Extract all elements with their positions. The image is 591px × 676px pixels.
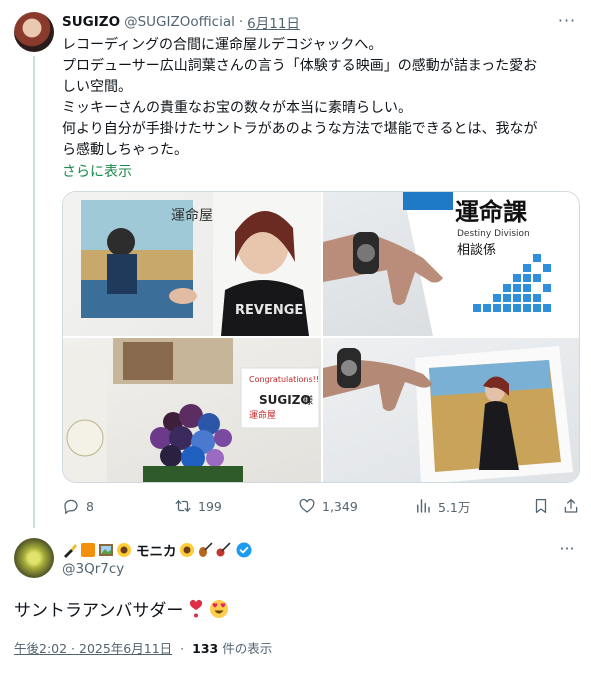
sign-title: 運命課 [455,198,528,226]
tweet-date[interactable]: 6月11日 [247,12,300,32]
reply-icon [64,499,78,515]
shirt-text: REVENGE [235,303,303,318]
congrats-text: Congratulations!! [249,375,319,384]
reply-timestamp[interactable]: 午後2:02 · 2025年6月11日 [14,641,172,656]
more-options-icon[interactable]: ··· [557,12,577,32]
show-more-link[interactable]: さらに表示 [62,161,132,181]
sign-department: 相談係 [457,242,496,258]
heart-exclamation-icon [190,599,203,617]
share-button[interactable] [562,494,586,518]
tweet-text-line: しい空間。 [62,79,132,95]
bookmark-button[interactable] [532,494,556,518]
guitar-icon [216,542,231,557]
share-icon [564,498,578,513]
heart-eyes-emoji-icon [210,599,229,618]
display-name-emojis [62,542,134,558]
poster-title: 運命屋 [171,207,213,224]
sign-subtitle: Destiny Division [457,229,530,239]
reply-button[interactable]: 8 [62,494,94,518]
retweet-icon [175,500,191,512]
photo-4[interactable] [323,338,579,482]
tweet-text: レコーディングの合間に運命屋ルデコジャックへ。 プロデューサー広山詞葉さんの言う… [62,35,576,161]
display-name-emojis-trailing [179,542,233,558]
photo-grid: 運命屋 REVENGE 運命課 Destiny Division 相談係 Con… [62,191,580,483]
reply-text-content: サントラアンバサダー [14,601,184,621]
header-separator: · [238,14,244,30]
photo-2-illustration: 運命課 Destiny Division 相談係 [323,192,579,336]
like-button[interactable]: 1,349 [298,494,358,518]
views-button[interactable]: 5.1万 [414,494,470,518]
photo-1-illustration: 運命屋 REVENGE [81,192,321,336]
view-count: 5.1万 [438,499,471,515]
photo-3[interactable]: Congratulations!! SUGIZO 様 運命屋 [63,338,321,482]
author-handle[interactable]: @SUGIZOofficial [124,14,235,30]
reply-count: 8 [86,498,94,514]
framed-picture-icon [99,544,113,556]
shop-label: 運命屋 [249,409,276,421]
reply-more-options-icon[interactable]: ··· [557,540,577,560]
tweet-action-bar: 8 199 1,349 5.1万 [62,494,578,518]
sunflower-icon [117,543,131,557]
tweet-header: SUGIZO @SUGIZOofficial · 6月11日 [62,12,300,32]
author-name[interactable]: SUGIZO [62,14,120,30]
reply-header: モニカ [62,540,252,560]
paintbrush-icon [64,544,77,558]
tweet-text-line: ミッキーさんの貴重なお宝の数々が本当に素晴らしい。 [62,100,412,116]
reply-author-avatar[interactable] [14,538,54,578]
thread-connector-line [33,56,35,528]
author-avatar[interactable] [14,12,54,52]
tweet-text-line: ら感動しちゃった。 [62,142,188,158]
reply-author-name[interactable]: モニカ [136,540,177,560]
heart-icon [299,498,315,513]
photo-4-illustration [323,346,573,482]
verified-badge-icon [236,542,251,558]
sunflower-icon [179,543,194,557]
tweet-text-line: レコーディングの合間に運命屋ルデコジャックへ。 [62,37,383,53]
congrats-honorific: 様 [303,394,313,407]
photo-1[interactable]: 運命屋 REVENGE [63,192,321,336]
retweet-button[interactable]: 199 [174,494,222,518]
reply-view-count: 133 [192,641,219,656]
retweet-count: 199 [198,498,222,514]
analytics-icon [417,499,430,513]
tweet-text-line: 何より自分が手掛けたサントラがあのような方法で堪能できるとは、我なが [62,121,538,137]
meta-separator: · [180,641,185,656]
reply-view-label: 件の表示 [222,641,273,656]
reply-text: サントラアンバサダー [14,596,229,621]
reply-meta: 午後2:02 · 2025年6月11日 · 133 件の表示 [14,638,272,657]
violin-icon [198,542,213,557]
reply-author-handle[interactable]: @3Qr7cy [62,561,124,577]
orange-square-icon [81,543,95,557]
bookmark-icon [535,498,547,514]
photo-2[interactable]: 運命課 Destiny Division 相談係 [323,192,579,336]
tweet-text-line: プロデューサー広山詞葉さんの言う「体験する映画」の感動が詰まった愛お [62,58,538,74]
photo-3-illustration: Congratulations!! SUGIZO 様 運命屋 [63,338,320,482]
like-count: 1,349 [322,498,358,514]
